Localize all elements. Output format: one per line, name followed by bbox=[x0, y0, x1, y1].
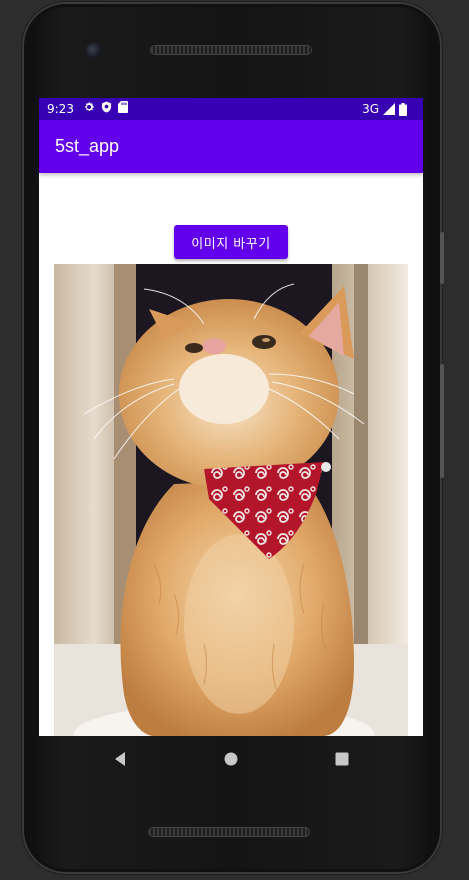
sd-card-icon bbox=[118, 101, 128, 113]
home-icon[interactable] bbox=[222, 750, 240, 768]
change-image-button[interactable]: 이미지 바꾸기 bbox=[174, 225, 288, 259]
cat-image bbox=[54, 264, 408, 736]
app-bar: 5st_app bbox=[39, 120, 423, 173]
battery-icon bbox=[399, 102, 407, 116]
status-bar: 9:23 3G bbox=[39, 98, 423, 120]
signal-icon bbox=[383, 103, 395, 115]
back-icon[interactable] bbox=[111, 750, 129, 768]
app-title: 5st_app bbox=[55, 136, 120, 156]
settings-icon bbox=[85, 102, 94, 111]
cat-photo-illustration bbox=[54, 264, 408, 736]
shield-icon bbox=[101, 101, 112, 113]
recents-icon[interactable] bbox=[333, 750, 351, 768]
bottom-speaker bbox=[149, 828, 309, 836]
emulator-stage: 9:23 3G 5st_app 이미지 바꾸기 bbox=[0, 0, 469, 880]
power-button[interactable] bbox=[440, 232, 444, 284]
navigation-bar bbox=[39, 736, 423, 782]
front-camera bbox=[86, 43, 102, 59]
notification-icons bbox=[83, 101, 128, 113]
status-time: 9:23 bbox=[47, 102, 74, 116]
top-speaker bbox=[151, 46, 311, 54]
volume-button[interactable] bbox=[440, 364, 444, 478]
system-status: 3G bbox=[362, 102, 407, 116]
network-type: 3G bbox=[362, 102, 379, 116]
device-screen: 9:23 3G 5st_app 이미지 바꾸기 bbox=[39, 98, 423, 736]
